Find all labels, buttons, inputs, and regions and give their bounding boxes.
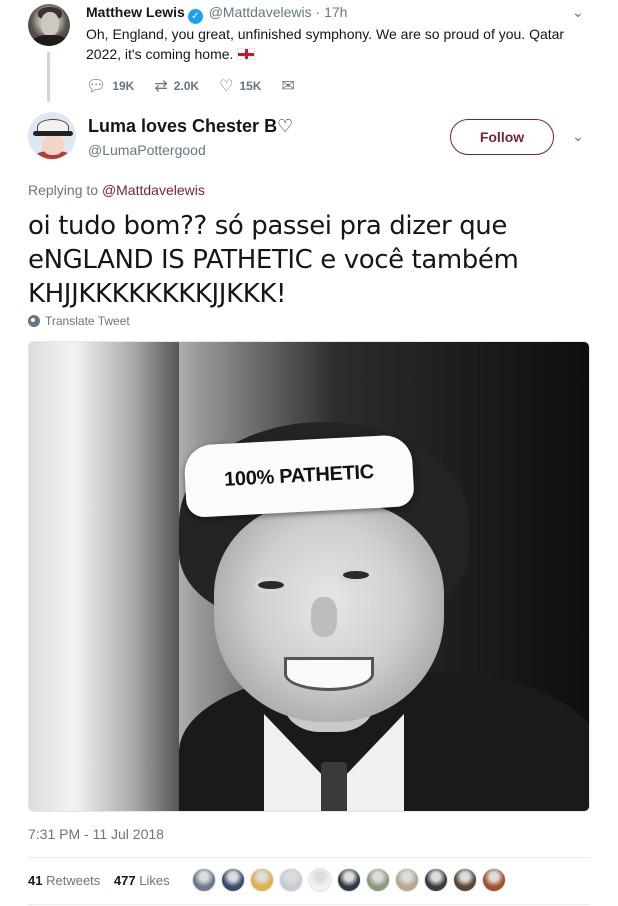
divider xyxy=(28,904,590,905)
liker-avatar[interactable] xyxy=(192,868,216,892)
like-count: 15K xyxy=(239,79,262,93)
replying-to-line: Replying to @Mattdavelewis xyxy=(28,182,205,198)
retweet-button[interactable]: ⇄ 2.0K xyxy=(154,76,199,96)
like-total: 477 xyxy=(113,873,136,888)
image-eye xyxy=(339,567,373,583)
author-handle[interactable]: @Mattdavelewis xyxy=(209,4,312,20)
liker-avatar[interactable] xyxy=(482,868,506,892)
divider xyxy=(28,857,590,858)
envelope-icon: ✉ xyxy=(281,78,295,95)
chevron-down-icon[interactable]: ⌄ xyxy=(572,4,584,21)
replying-to-link[interactable]: @Mattdavelewis xyxy=(102,182,205,198)
tweet-timestamp[interactable]: 7:31 PM - 11 Jul 2018 xyxy=(28,826,164,842)
avatar-face xyxy=(41,12,59,36)
reply-button[interactable]: 💬︎ 19K xyxy=(86,76,134,96)
liker-avatar[interactable] xyxy=(279,868,303,892)
thread-connector-line xyxy=(47,52,50,102)
liker-avatar[interactable] xyxy=(308,868,332,892)
liker-avatar[interactable] xyxy=(395,868,419,892)
separator: · xyxy=(315,4,321,20)
tweet-text-line: oi tudo bom?? só passei pra dizer que xyxy=(28,211,507,241)
replying-prefix: Replying to xyxy=(28,182,99,198)
likes-stat[interactable]: 477 Likes xyxy=(114,873,170,888)
tweet-time[interactable]: 17h xyxy=(324,4,347,20)
tweet-text: oi tudo bom?? só passei pra dizer que eN… xyxy=(28,209,598,311)
liker-avatar[interactable] xyxy=(366,868,390,892)
tweet-text-line: eNGLAND IS PATHETIC e você também xyxy=(28,245,519,275)
retweet-count: 2.0K xyxy=(173,79,200,93)
image-mouth xyxy=(284,657,374,691)
verified-badge-icon: ✓ xyxy=(187,9,203,24)
tweet-image[interactable]: 100% PATHETIC xyxy=(28,341,590,812)
image-visor: 100% PATHETIC xyxy=(183,434,415,518)
liker-avatar[interactable] xyxy=(221,868,245,892)
retweet-total: 41 xyxy=(28,873,43,888)
image-tie xyxy=(321,762,347,811)
parent-tweet-text: Oh, England, you great, unfinished symph… xyxy=(86,24,566,64)
heart-icon: ♡ xyxy=(219,78,234,95)
like-button[interactable]: ♡ 15K xyxy=(219,76,261,96)
avatar[interactable] xyxy=(28,4,70,46)
translate-tweet-link[interactable]: Translate Tweet xyxy=(28,314,130,328)
liker-avatar[interactable] xyxy=(250,868,274,892)
reply-count: 19K xyxy=(112,79,135,93)
avatar-shoulders xyxy=(32,35,68,46)
tweet-stats: 41 Retweets 477 Likes xyxy=(28,873,170,888)
avatar-hat-brim xyxy=(33,131,73,136)
translate-label: Translate Tweet xyxy=(45,314,130,328)
direct-message-button[interactable]: ✉ xyxy=(281,76,294,96)
likes-label: Likes xyxy=(139,873,170,888)
globe-icon xyxy=(28,315,40,327)
author-name[interactable]: Luma loves Chester B♡ xyxy=(88,116,293,137)
liker-avatar[interactable] xyxy=(424,868,448,892)
chevron-down-icon[interactable]: ⌄ xyxy=(572,128,584,145)
liker-avatar[interactable] xyxy=(337,868,361,892)
avatar-face xyxy=(42,135,64,155)
image-eye xyxy=(254,577,288,593)
retweets-label: Retweets xyxy=(46,873,101,888)
retweets-stat[interactable]: 41 Retweets xyxy=(28,873,100,888)
reply-icon: 💬︎ xyxy=(86,78,107,95)
parent-tweet[interactable]: Matthew Lewis ✓ @Mattdavelewis · 17h ⌄ Oh… xyxy=(0,0,618,108)
england-flag-icon xyxy=(237,48,256,60)
image-background xyxy=(29,342,179,811)
tweet-text-line: KHJJKKKKKKKKJJKKK! xyxy=(28,279,287,309)
avatar[interactable] xyxy=(28,112,76,160)
image-nose xyxy=(311,597,337,637)
parent-tweet-header: Matthew Lewis ✓ @Mattdavelewis · 17h xyxy=(86,4,347,24)
author-handle[interactable]: @LumaPottergood xyxy=(88,142,206,158)
parent-tweet-actions: 💬︎ 19K ⇄ 2.0K ♡ 15K ✉ xyxy=(86,74,315,98)
liker-avatar[interactable] xyxy=(453,868,477,892)
parent-text-line1: Oh, England, you great, unfinished symph… xyxy=(86,26,565,42)
retweet-icon: ⇄ xyxy=(154,78,168,95)
liker-avatars xyxy=(192,868,511,892)
visor-text: 100% PATHETIC xyxy=(223,460,375,491)
parent-text-line2: 2022, it's coming home. xyxy=(86,46,234,62)
author-name[interactable]: Matthew Lewis xyxy=(86,4,185,20)
follow-button[interactable]: Follow xyxy=(450,119,554,155)
